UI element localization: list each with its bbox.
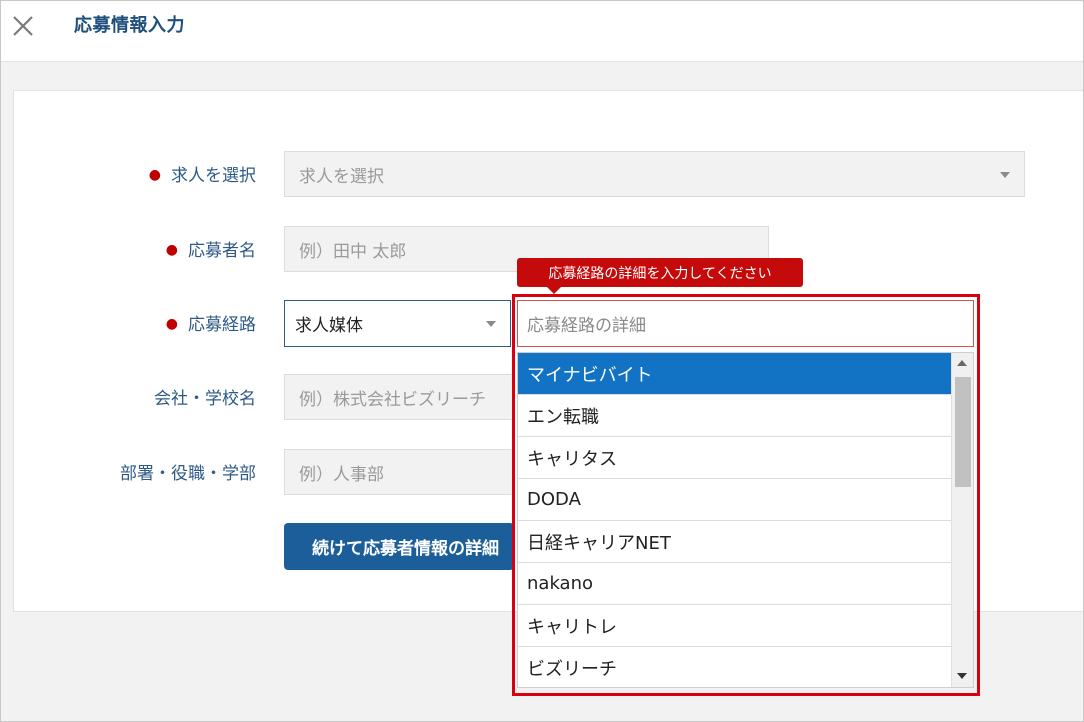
- dropdown-option[interactable]: キャリタス: [518, 437, 952, 479]
- route-detail-input[interactable]: 応募経路の詳細: [517, 300, 974, 347]
- dropdown-option[interactable]: DODA: [518, 479, 952, 521]
- department-placeholder: 例）人事部: [299, 464, 384, 485]
- route-label: ● 応募経路: [165, 315, 256, 335]
- dropdown-option[interactable]: ビズリーチ: [518, 647, 952, 687]
- dropdown-list: マイナビバイト エン転職 キャリタス DODA 日経キャリアNET nakano キャリトレ…: [518, 353, 952, 687]
- required-dot: ●: [165, 316, 178, 332]
- scroll-up-icon[interactable]: [957, 360, 967, 366]
- page-title: 応募情報入力: [74, 15, 185, 36]
- scrollbar-thumb[interactable]: [955, 377, 971, 487]
- tooltip-arrow: [547, 287, 561, 294]
- chevron-down-icon: [486, 321, 496, 327]
- applicant-name-label: ● 応募者名: [165, 241, 256, 261]
- dropdown-option[interactable]: マイナビバイト: [518, 353, 952, 395]
- validation-tooltip-text: 応募経路の詳細を入力してください: [548, 265, 772, 282]
- route-select-value: 求人媒体: [295, 316, 363, 336]
- company-placeholder: 例）株式会社ビズリーチ: [299, 389, 486, 410]
- department-input[interactable]: 例）人事部: [284, 449, 514, 495]
- continue-button-label: 続けて応募者情報の詳細: [312, 539, 499, 559]
- job-label: ● 求人を選択: [148, 166, 256, 186]
- chevron-down-icon: [1000, 172, 1010, 178]
- required-dot: ●: [165, 242, 178, 258]
- dropdown-option[interactable]: 日経キャリアNET: [518, 521, 952, 563]
- required-dot: ●: [148, 167, 161, 183]
- applicant-name-placeholder: 例）田中 太郎: [299, 241, 407, 262]
- route-detail-placeholder: 応募経路の詳細: [527, 316, 646, 336]
- dropdown-option[interactable]: キャリトレ: [518, 605, 952, 647]
- route-detail-dropdown[interactable]: マイナビバイト エン転職 キャリタス DODA 日経キャリアNET nakano キャリトレ…: [517, 352, 974, 688]
- continue-button[interactable]: 続けて応募者情報の詳細: [284, 523, 514, 570]
- header-bar: 応募情報入力: [1, 1, 1083, 62]
- close-icon: [13, 16, 33, 36]
- job-select-placeholder: 求人を選択: [299, 166, 384, 187]
- job-select[interactable]: 求人を選択: [284, 151, 1025, 197]
- department-label: 部署・役職・学部: [120, 464, 256, 484]
- company-label: 会社・学校名: [154, 389, 256, 409]
- close-button[interactable]: [7, 9, 39, 41]
- scroll-down-icon[interactable]: [957, 673, 967, 679]
- dropdown-option[interactable]: nakano: [518, 563, 952, 605]
- company-input[interactable]: 例）株式会社ビズリーチ: [284, 374, 514, 420]
- route-select[interactable]: 求人媒体: [284, 300, 511, 347]
- dropdown-scrollbar[interactable]: [951, 353, 973, 687]
- dropdown-option[interactable]: エン転職: [518, 395, 952, 437]
- validation-tooltip: 応募経路の詳細を入力してください: [517, 258, 803, 294]
